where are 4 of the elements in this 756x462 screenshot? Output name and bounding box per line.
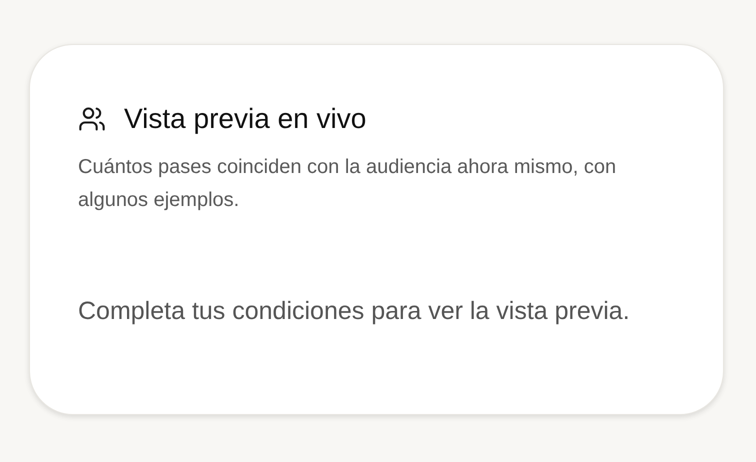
card-title: Vista previa en vivo [124, 102, 366, 136]
empty-message: Completa tus condiciones para ver la vista previa. [78, 296, 631, 327]
card-description: Cuántos pases coinciden con la audiencia ahora mismo, con algunos ejemplos. [78, 155, 618, 213]
users-icon [78, 105, 106, 133]
